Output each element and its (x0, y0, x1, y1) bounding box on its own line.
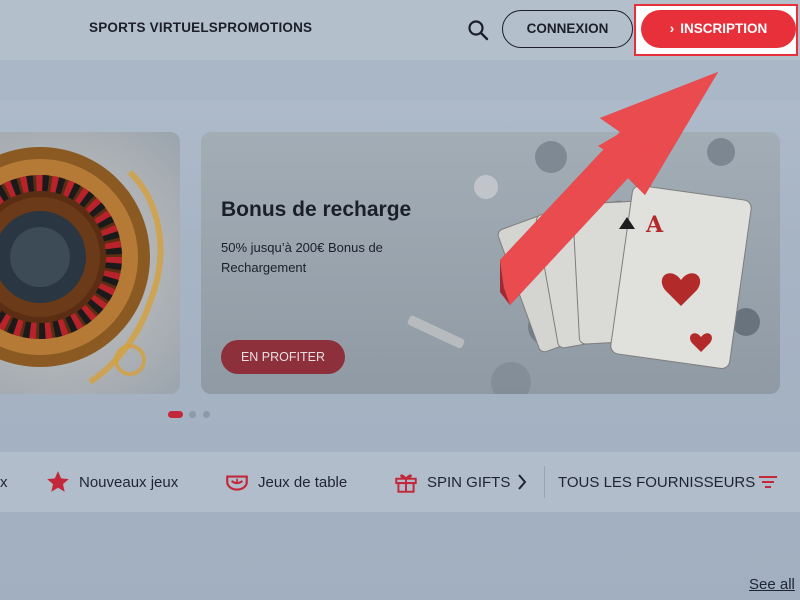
roulette-wheel-image (0, 147, 164, 385)
signup-button-label: INSCRIPTION (680, 21, 768, 36)
category-label: Nouveaux jeux (79, 473, 179, 491)
gift-icon (395, 474, 417, 493)
filter-icon (759, 476, 778, 488)
category-item-partial[interactable]: x (0, 452, 8, 512)
login-button[interactable]: CONNEXION (502, 10, 633, 48)
nav-promotions[interactable]: PROMOTIONS (218, 20, 312, 35)
category-nouveaux-jeux[interactable]: Nouveaux jeux (45, 452, 178, 512)
signup-button[interactable]: › INSCRIPTION (641, 10, 796, 48)
category-bar: x Nouveaux jeux Jeux de table SPIN GIFTS… (0, 452, 800, 512)
category-divider (544, 466, 545, 498)
search-icon[interactable] (466, 18, 490, 42)
slide-title: Bonus de recharge (221, 198, 412, 221)
carousel-dot[interactable] (189, 411, 196, 418)
carousel-dot[interactable] (203, 411, 210, 418)
slide-description: 50% jusqu’à 200€ Bonus de Rechargement (221, 240, 383, 275)
chevron-right-icon: › (669, 21, 675, 36)
star-icon (47, 471, 69, 492)
en-profiter-button[interactable]: EN PROFITER (221, 340, 345, 374)
top-header: SPORTS VIRTUELS PROMOTIONS CONNEXION › IN… (0, 0, 800, 60)
svg-text:A: A (645, 212, 664, 238)
category-label: SPIN GIFTS (427, 473, 511, 491)
carousel-slide-roulette[interactable] (0, 132, 180, 394)
chevron-right-icon[interactable] (515, 472, 529, 492)
nav-sports-virtuels[interactable]: SPORTS VIRTUELS (89, 20, 218, 35)
providers-label: TOUS LES FOURNISSEURS (558, 473, 756, 491)
header-subband (0, 60, 800, 100)
providers-filter[interactable]: TOUS LES FOURNISSEURS (558, 452, 779, 512)
category-label: x (0, 473, 8, 491)
carousel-dot-active[interactable] (168, 411, 183, 418)
category-jeux-de-table[interactable]: Jeux de table (224, 452, 347, 512)
see-all-link[interactable]: See all (749, 576, 795, 593)
category-label: Jeux de table (258, 473, 348, 491)
category-spin-gifts[interactable]: SPIN GIFTS (393, 452, 510, 512)
table-games-icon (226, 475, 248, 491)
carousel-slide-bonus[interactable]: A Bonus de recharge 50% jusqu’à 200€ Bon… (201, 132, 780, 394)
